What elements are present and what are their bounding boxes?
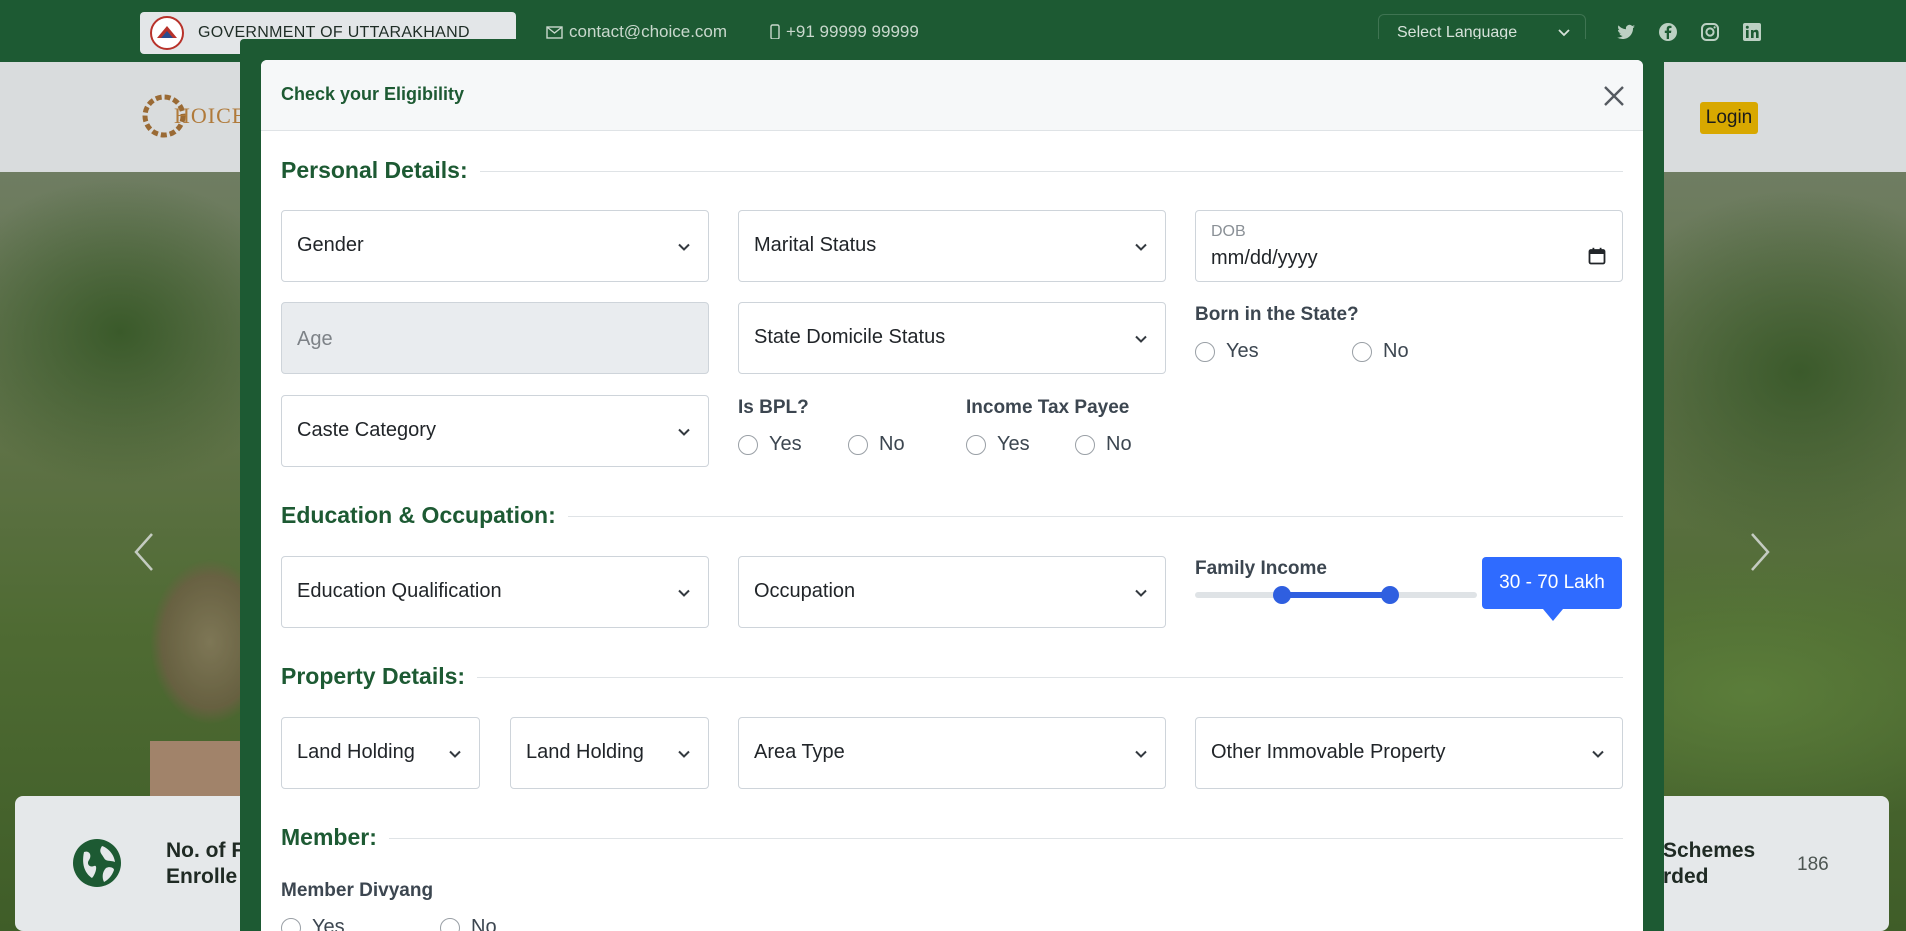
radio-circle: [848, 434, 868, 455]
logo-text: HOICE: [174, 103, 247, 128]
chevron-down-icon: [1135, 589, 1147, 597]
section-property-details: Property Details:: [281, 663, 478, 690]
is-bpl-label: Is BPL?: [738, 397, 809, 418]
is-bpl-no-radio[interactable]: No: [848, 433, 905, 456]
occupation-select[interactable]: Occupation: [738, 556, 1166, 628]
born-in-state-label: Born in the State?: [1195, 304, 1359, 325]
chevron-down-icon: [1135, 243, 1147, 251]
globe-icon: [73, 839, 121, 887]
caste-category-select[interactable]: Caste Category: [281, 395, 709, 467]
is-bpl-yes-radio[interactable]: Yes: [738, 433, 802, 456]
section-divider: [281, 171, 1623, 172]
member-divyang-yes-radio[interactable]: Yes: [281, 916, 345, 931]
calendar-icon[interactable]: [1588, 247, 1606, 265]
section-member: Member:: [281, 824, 389, 851]
eligibility-modal: Check your Eligibility Personal Details:…: [261, 60, 1643, 931]
dob-label: DOB: [1211, 223, 1246, 240]
radio-circle: [1075, 434, 1095, 455]
income-tax-payee-label: Income Tax Payee: [966, 397, 1130, 418]
radio-circle: [738, 434, 758, 455]
land-holding-select-1[interactable]: Land Holding: [281, 717, 480, 789]
born-in-state-yes-radio[interactable]: Yes: [1195, 340, 1259, 363]
family-income-label: Family Income: [1195, 558, 1327, 579]
chevron-down-icon: [449, 750, 461, 758]
stats-schemes-count: 186: [1797, 854, 1829, 875]
close-icon[interactable]: [1600, 82, 1628, 110]
instagram-icon[interactable]: [1700, 22, 1720, 42]
modal-header: Check your Eligibility: [261, 60, 1643, 131]
carousel-prev-icon[interactable]: [132, 530, 156, 574]
chevron-down-icon: [1592, 750, 1604, 758]
radio-circle: [281, 917, 301, 931]
chevron-down-icon: [678, 589, 690, 597]
education-qualification-select[interactable]: Education Qualification: [281, 556, 709, 628]
born-in-state-no-radio[interactable]: No: [1352, 340, 1409, 363]
income-tax-no-radio[interactable]: No: [1075, 433, 1132, 456]
domicile-status-select[interactable]: State Domicile Status: [738, 302, 1166, 374]
radio-circle: [1352, 341, 1372, 362]
chevron-down-icon: [1558, 29, 1570, 37]
chevron-down-icon: [678, 750, 690, 758]
family-income-max-handle[interactable]: [1380, 586, 1399, 604]
section-personal-details: Personal Details:: [281, 157, 480, 184]
radio-circle: [1195, 341, 1215, 362]
dob-value: mm/dd/yyyy: [1211, 247, 1318, 269]
other-immovable-property-select[interactable]: Other Immovable Property: [1195, 717, 1623, 789]
age-input: Age: [281, 302, 709, 374]
member-divyang-label: Member Divyang: [281, 880, 434, 901]
carousel-next-icon[interactable]: [1748, 530, 1772, 574]
dob-input[interactable]: DOB mm/dd/yyyy: [1195, 210, 1623, 282]
section-divider: [281, 677, 1623, 678]
stats-schemes-label: Schemes rded: [1663, 839, 1756, 888]
income-tax-yes-radio[interactable]: Yes: [966, 433, 1030, 456]
uttarakhand-emblem-icon: [148, 15, 186, 51]
radio-circle: [966, 434, 986, 455]
area-type-select[interactable]: Area Type: [738, 717, 1166, 789]
family-income-slider-fill: [1282, 592, 1390, 598]
login-button[interactable]: Login: [1700, 102, 1758, 134]
family-income-range-tooltip: 30 - 70 Lakh: [1482, 557, 1622, 621]
land-holding-select-2[interactable]: Land Holding: [510, 717, 709, 789]
envelope-icon: [546, 25, 563, 39]
chevron-down-icon: [1135, 750, 1147, 758]
stats-enrolled-label: No. of F Enrolle: [166, 839, 245, 888]
choice-logo[interactable]: HOICE: [140, 92, 246, 140]
chevron-down-icon: [678, 428, 690, 436]
chevron-down-icon: [1135, 335, 1147, 343]
section-education-occupation: Education & Occupation:: [281, 502, 568, 529]
family-income-min-handle[interactable]: [1273, 586, 1292, 604]
linkedin-icon[interactable]: [1742, 22, 1762, 42]
member-divyang-no-radio[interactable]: No: [440, 916, 497, 931]
chevron-down-icon: [678, 243, 690, 251]
phone-icon: [770, 24, 780, 40]
modal-title: Check your Eligibility: [281, 84, 465, 104]
section-divider: [281, 838, 1623, 839]
radio-circle: [440, 917, 460, 931]
gender-select[interactable]: Gender: [281, 210, 709, 282]
marital-status-select[interactable]: Marital Status: [738, 210, 1166, 282]
